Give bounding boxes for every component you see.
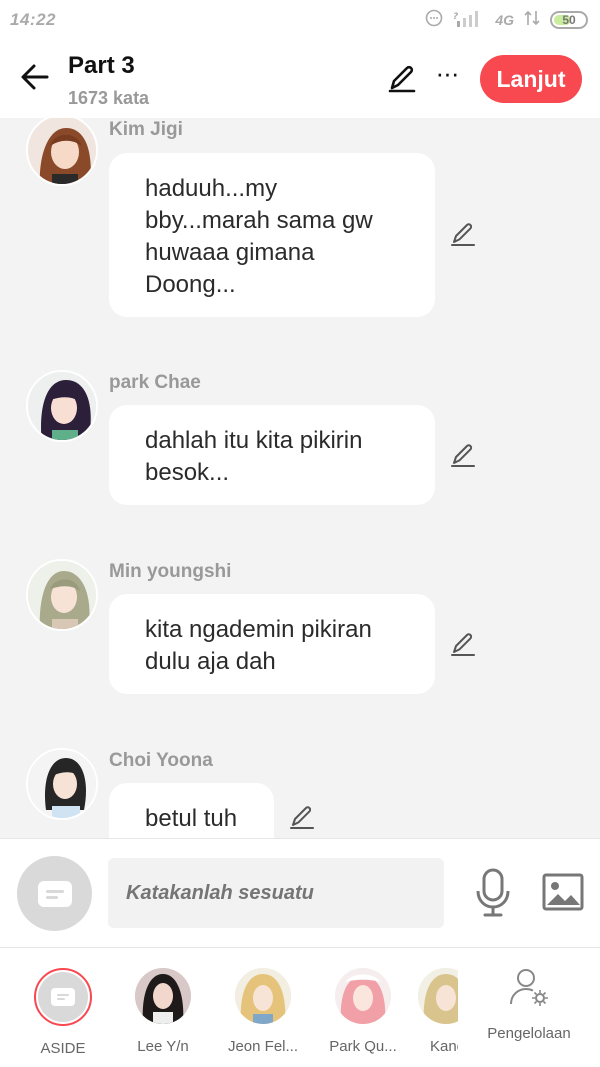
manage-button[interactable]: Pengelolaan <box>484 968 574 1042</box>
character-aside[interactable]: ASIDE <box>18 968 108 1057</box>
data-arrows-icon <box>524 9 540 30</box>
image-button[interactable] <box>541 871 585 913</box>
status-bar: 14:22 ? 4G 50 <box>0 0 600 40</box>
page-title: Part 3 <box>68 52 135 79</box>
character-lee-yn[interactable]: Lee Y/n <box>118 968 208 1055</box>
image-icon <box>542 873 584 911</box>
pencil-icon <box>451 444 475 467</box>
edit-message-button[interactable] <box>288 803 316 831</box>
message-bubble[interactable]: dahlah itu kita pikirin besok... <box>109 405 435 505</box>
status-dnd-icon <box>425 9 443 30</box>
message-bubble[interactable]: betul tuh <box>109 783 274 838</box>
sender-name: Kim Jigi <box>109 119 183 140</box>
character-kang[interactable]: Kang <box>404 968 458 1055</box>
sender-name: park Chae <box>109 372 201 393</box>
user-settings-icon <box>510 969 548 1006</box>
svg-text:?: ? <box>453 12 458 22</box>
character-label: ASIDE <box>40 1040 86 1057</box>
avatar <box>335 968 391 1024</box>
character-jeon-fel[interactable]: Jeon Fel... <box>218 968 308 1055</box>
aside-chip <box>34 968 92 1026</box>
more-dots-icon: ··· <box>435 58 460 88</box>
avatar-min-youngshi[interactable] <box>26 559 98 631</box>
manage-label: Pengelolaan <box>487 1025 571 1042</box>
status-time: 14:22 <box>10 10 56 29</box>
status-icons: ? 4G 50 <box>425 9 588 30</box>
more-button[interactable]: ··· <box>432 60 462 94</box>
header: Part 3 1673 kata ··· Lanjut <box>0 40 600 118</box>
battery-level: 50 <box>562 12 576 27</box>
avatar <box>235 968 291 1024</box>
message-bubble[interactable]: haduuh...my bby...marah sama gw huwaaa g… <box>109 153 435 317</box>
pencil-icon <box>451 633 475 656</box>
microphone-icon <box>476 868 510 917</box>
character-park-qu[interactable]: Park Qu... <box>318 968 408 1055</box>
avatar <box>135 968 191 1024</box>
input-bar <box>0 838 600 948</box>
message-bubble[interactable]: kita ngademin pikiran dulu aja dah <box>109 594 435 694</box>
character-label: Jeon Fel... <box>227 1038 299 1055</box>
edit-message-button[interactable] <box>449 630 477 658</box>
edit-title-button[interactable] <box>386 62 418 94</box>
pencil-icon <box>290 806 314 829</box>
avatar-kim-jigi[interactable] <box>26 118 98 186</box>
avatar-park-chae[interactable] <box>26 370 98 442</box>
back-button[interactable] <box>18 60 52 94</box>
battery-icon: 50 <box>550 10 588 29</box>
word-count: 1673 kata <box>68 88 150 108</box>
edit-message-button[interactable] <box>449 220 477 248</box>
next-button[interactable]: Lanjut <box>480 55 582 103</box>
character-label: Park Qu... <box>329 1038 397 1055</box>
network-type: 4G <box>495 11 514 28</box>
character-label: Lee Y/n <box>137 1038 189 1055</box>
signal-icon: ? <box>453 9 485 30</box>
arrow-left-icon <box>21 64 49 90</box>
voice-input-button[interactable] <box>474 867 512 919</box>
chat-bubble-icon <box>51 988 75 1006</box>
chat-bubble-icon <box>37 880 72 907</box>
aside-button[interactable] <box>17 856 92 931</box>
message-input[interactable] <box>108 858 444 928</box>
avatar-choi-yoona[interactable] <box>26 748 98 820</box>
character-label: Kang <box>430 1038 458 1055</box>
pencil-icon <box>451 223 475 246</box>
pencil-icon <box>388 65 416 93</box>
edit-message-button[interactable] <box>449 441 477 469</box>
chat-area[interactable]: Kim Jigi haduuh...my bby...marah sama gw… <box>0 118 600 838</box>
avatar <box>418 968 458 1024</box>
sender-name: Min youngshi <box>109 561 232 582</box>
sender-name: Choi Yoona <box>109 750 213 771</box>
character-selector: ASIDE Lee Y/n Jeon Fel... Park Qu... Kan… <box>0 948 600 1067</box>
